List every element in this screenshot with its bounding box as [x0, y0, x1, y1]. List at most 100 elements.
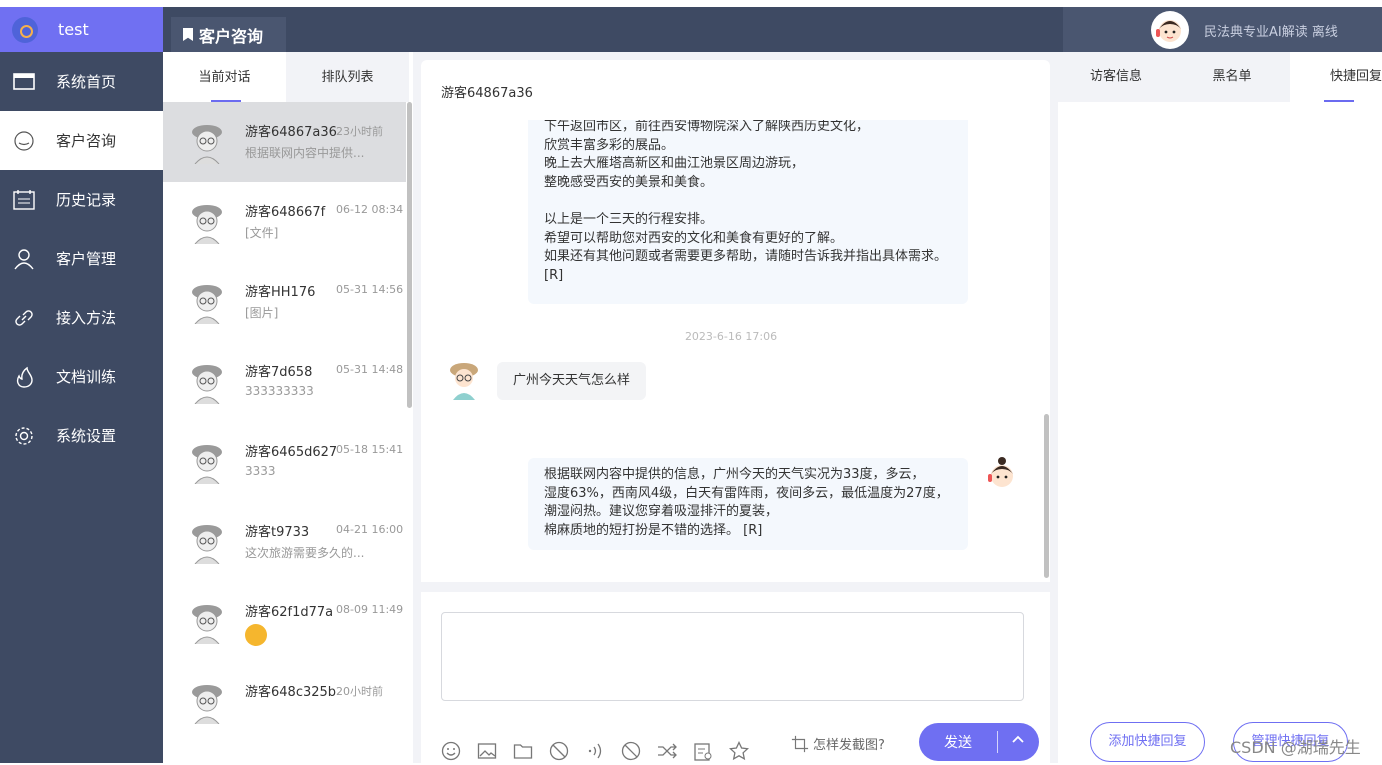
- visitor-avatar: [445, 358, 483, 402]
- tab-quick-reply[interactable]: 快捷回复: [1290, 52, 1382, 102]
- conversation-item[interactable]: 游客62f1d77a 08-09 11:49: [163, 582, 406, 662]
- chat-bubble-icon: [12, 129, 36, 153]
- page-title: 客户咨询: [171, 17, 286, 52]
- conversation-scrollbar[interactable]: [407, 102, 412, 408]
- voice-icon[interactable]: [585, 741, 607, 763]
- conversation-panel: 当前对话 排队列表 游客64867a36 23小时前 根据联网内容中提供... 游客6…: [163, 52, 413, 763]
- avatar: [185, 360, 229, 405]
- message-line: 如果还有其他问题或者需要更多帮助，请随时告诉我并指出具体需求。: [544, 249, 948, 265]
- monitor-icon: [12, 70, 36, 94]
- sidebar-item-training[interactable]: 文档训练: [0, 347, 163, 406]
- emoji-icon[interactable]: [441, 741, 463, 763]
- avatar: [185, 280, 229, 325]
- link-icon: [12, 306, 36, 330]
- sidebar-item-history[interactable]: 历史记录: [0, 170, 163, 229]
- sidebar-item-label: 系统设置: [56, 427, 117, 445]
- message-line: [544, 192, 952, 211]
- add-quick-reply-button[interactable]: 添加快捷回复: [1090, 722, 1205, 762]
- send-button[interactable]: 发送: [919, 723, 1039, 761]
- tab-visitor-info[interactable]: 访客信息: [1058, 52, 1174, 102]
- message-timestamp: 2023-6-16 17:06: [684, 330, 778, 343]
- sidebar-item-label: 系统首页: [56, 73, 117, 91]
- avatar[interactable]: [1151, 11, 1189, 49]
- right-panel-tabs: 访客信息 黑名单 快捷回复: [1058, 52, 1382, 102]
- conversation-name: 游客648667f: [245, 205, 326, 220]
- message-input[interactable]: [441, 612, 1024, 701]
- conversation-name: 游客7d658: [245, 365, 313, 380]
- conversation-item[interactable]: 游客64867a36 23小时前 根据联网内容中提供...: [163, 102, 406, 182]
- gear-icon: [12, 424, 36, 448]
- avatar: [185, 440, 229, 485]
- sidebar-item-settings[interactable]: 系统设置: [0, 406, 163, 465]
- avatar: [185, 600, 229, 645]
- sidebar-item-label: 接入方法: [56, 309, 117, 327]
- chat-header: 游客64867a36: [421, 60, 1050, 120]
- tab-current-conversation[interactable]: 当前对话: [163, 52, 286, 102]
- star-icon[interactable]: [728, 740, 751, 763]
- chevron-up-icon[interactable]: [998, 733, 1038, 751]
- flame-icon: [12, 365, 36, 389]
- conversation-name: 游客6465d627: [245, 445, 338, 460]
- visitor-message: 广州今天天气怎么样: [497, 362, 647, 400]
- conversation-list: 游客64867a36 23小时前 根据联网内容中提供... 游客648667f 06-1…: [163, 102, 406, 763]
- tab-blacklist[interactable]: 黑名单: [1174, 52, 1290, 102]
- avatar: [185, 120, 229, 165]
- conversation-item[interactable]: 游客648667f 06-12 08:34 [文件]: [163, 182, 406, 262]
- message-line: 晚上去大雁塔高新区和曲江池景区周边游玩，: [544, 156, 805, 172]
- screenshot-tip[interactable]: 怎样发截图?: [791, 734, 885, 753]
- conversation-time: 05-31 14:56: [336, 283, 404, 296]
- sidebar-item-label: 客户管理: [56, 250, 117, 268]
- tab-queue[interactable]: 排队列表: [286, 52, 409, 102]
- chat-visitor-name: 游客64867a36: [441, 86, 533, 101]
- image-icon[interactable]: [477, 741, 499, 763]
- conversation-item[interactable]: 游客t9733 04-21 16:00 这次旅游需要多久的...: [163, 502, 406, 582]
- bookmark-icon: [183, 28, 193, 41]
- brand[interactable]: test: [0, 7, 163, 52]
- message-line: [R]: [544, 267, 564, 283]
- avatar: [185, 680, 229, 725]
- sidebar-item-integration[interactable]: 接入方法: [0, 288, 163, 347]
- ban-icon[interactable]: [549, 741, 571, 763]
- block-icon[interactable]: [621, 741, 643, 763]
- conversation-item[interactable]: 游客HH176 05-31 14:56 [图片]: [163, 262, 406, 342]
- top-strip: [0, 0, 1382, 7]
- message-line: 下午返回市区，前往西安博物院深入了解陕西历史文化，: [544, 120, 870, 134]
- sidebar-item-label: 文档训练: [56, 368, 117, 386]
- conversation-time: 20小时前: [336, 685, 383, 698]
- conversation-preview: 333333333: [245, 384, 314, 398]
- brand-name: test: [58, 20, 89, 39]
- conversation-item[interactable]: 游客7d658 05-31 14:48 333333333: [163, 342, 406, 422]
- watermark: CSDN @湖瑞先生: [1230, 738, 1361, 757]
- avatar: [185, 200, 229, 245]
- message-line: 潮湿闷热。建议您穿着吸湿排汗的夏装，: [544, 504, 779, 520]
- calendar-list-icon: [12, 188, 36, 212]
- sidebar-item-home[interactable]: 系统首页: [0, 52, 163, 111]
- conversation-name: 游客t9733: [245, 525, 310, 540]
- message-line: 根据联网内容中提供的信息，广州今天的天气实况为33度，多云，: [544, 467, 925, 482]
- chat-messages: 下午返回市区，前往西安博物院深入了解陕西历史文化， 欣赏丰富多彩的展品。 晚上去大雁…: [421, 120, 1050, 582]
- conversation-preview: [文件]: [245, 226, 279, 240]
- crop-icon: [791, 735, 809, 752]
- right-panel: 访客信息 黑名单 快捷回复 添加快捷回复 管理快捷回复: [1058, 52, 1382, 763]
- message-line: 湿度63%，西南风4级，白天有雷阵雨，夜间多云，最低温度为27度，: [544, 485, 949, 501]
- sidebar: test 系统首页 客户咨询 历史记录 客户管理 接入方法 文档训练 系统设置: [0, 7, 163, 763]
- message-line: 整晚感受西安的美景和美食。: [544, 174, 714, 190]
- folder-icon[interactable]: [513, 741, 535, 763]
- message-line: 以上是一个三天的行程安排。: [544, 211, 714, 227]
- conversation-item[interactable]: 游客648c325b 20小时前: [163, 662, 406, 742]
- conversation-item[interactable]: 游客6465d627 05-18 15:41 3333: [163, 422, 406, 502]
- conversation-preview: [图片]: [245, 306, 279, 320]
- sidebar-item-consult[interactable]: 客户咨询: [0, 111, 163, 170]
- chat-scrollbar[interactable]: [1044, 414, 1049, 578]
- conversation-preview: 3333: [245, 464, 276, 478]
- sidebar-item-customers[interactable]: 客户管理: [0, 229, 163, 288]
- conversation-time: 04-21 16:00: [336, 523, 404, 536]
- invite-icon[interactable]: [693, 741, 715, 763]
- user-icon: [12, 247, 36, 271]
- conversation-tabs: 当前对话 排队列表: [163, 52, 413, 102]
- transfer-icon[interactable]: [657, 741, 679, 763]
- agent-message: 下午返回市区，前往西安博物院深入了解陕西历史文化， 欣赏丰富多彩的展品。 晚上去大雁…: [528, 120, 968, 304]
- agent-avatar: [983, 456, 1021, 500]
- conversation-name: 游客648c325b: [245, 685, 337, 700]
- message-line: 希望可以帮助您对西安的文化和美食有更好的了解。: [544, 230, 844, 246]
